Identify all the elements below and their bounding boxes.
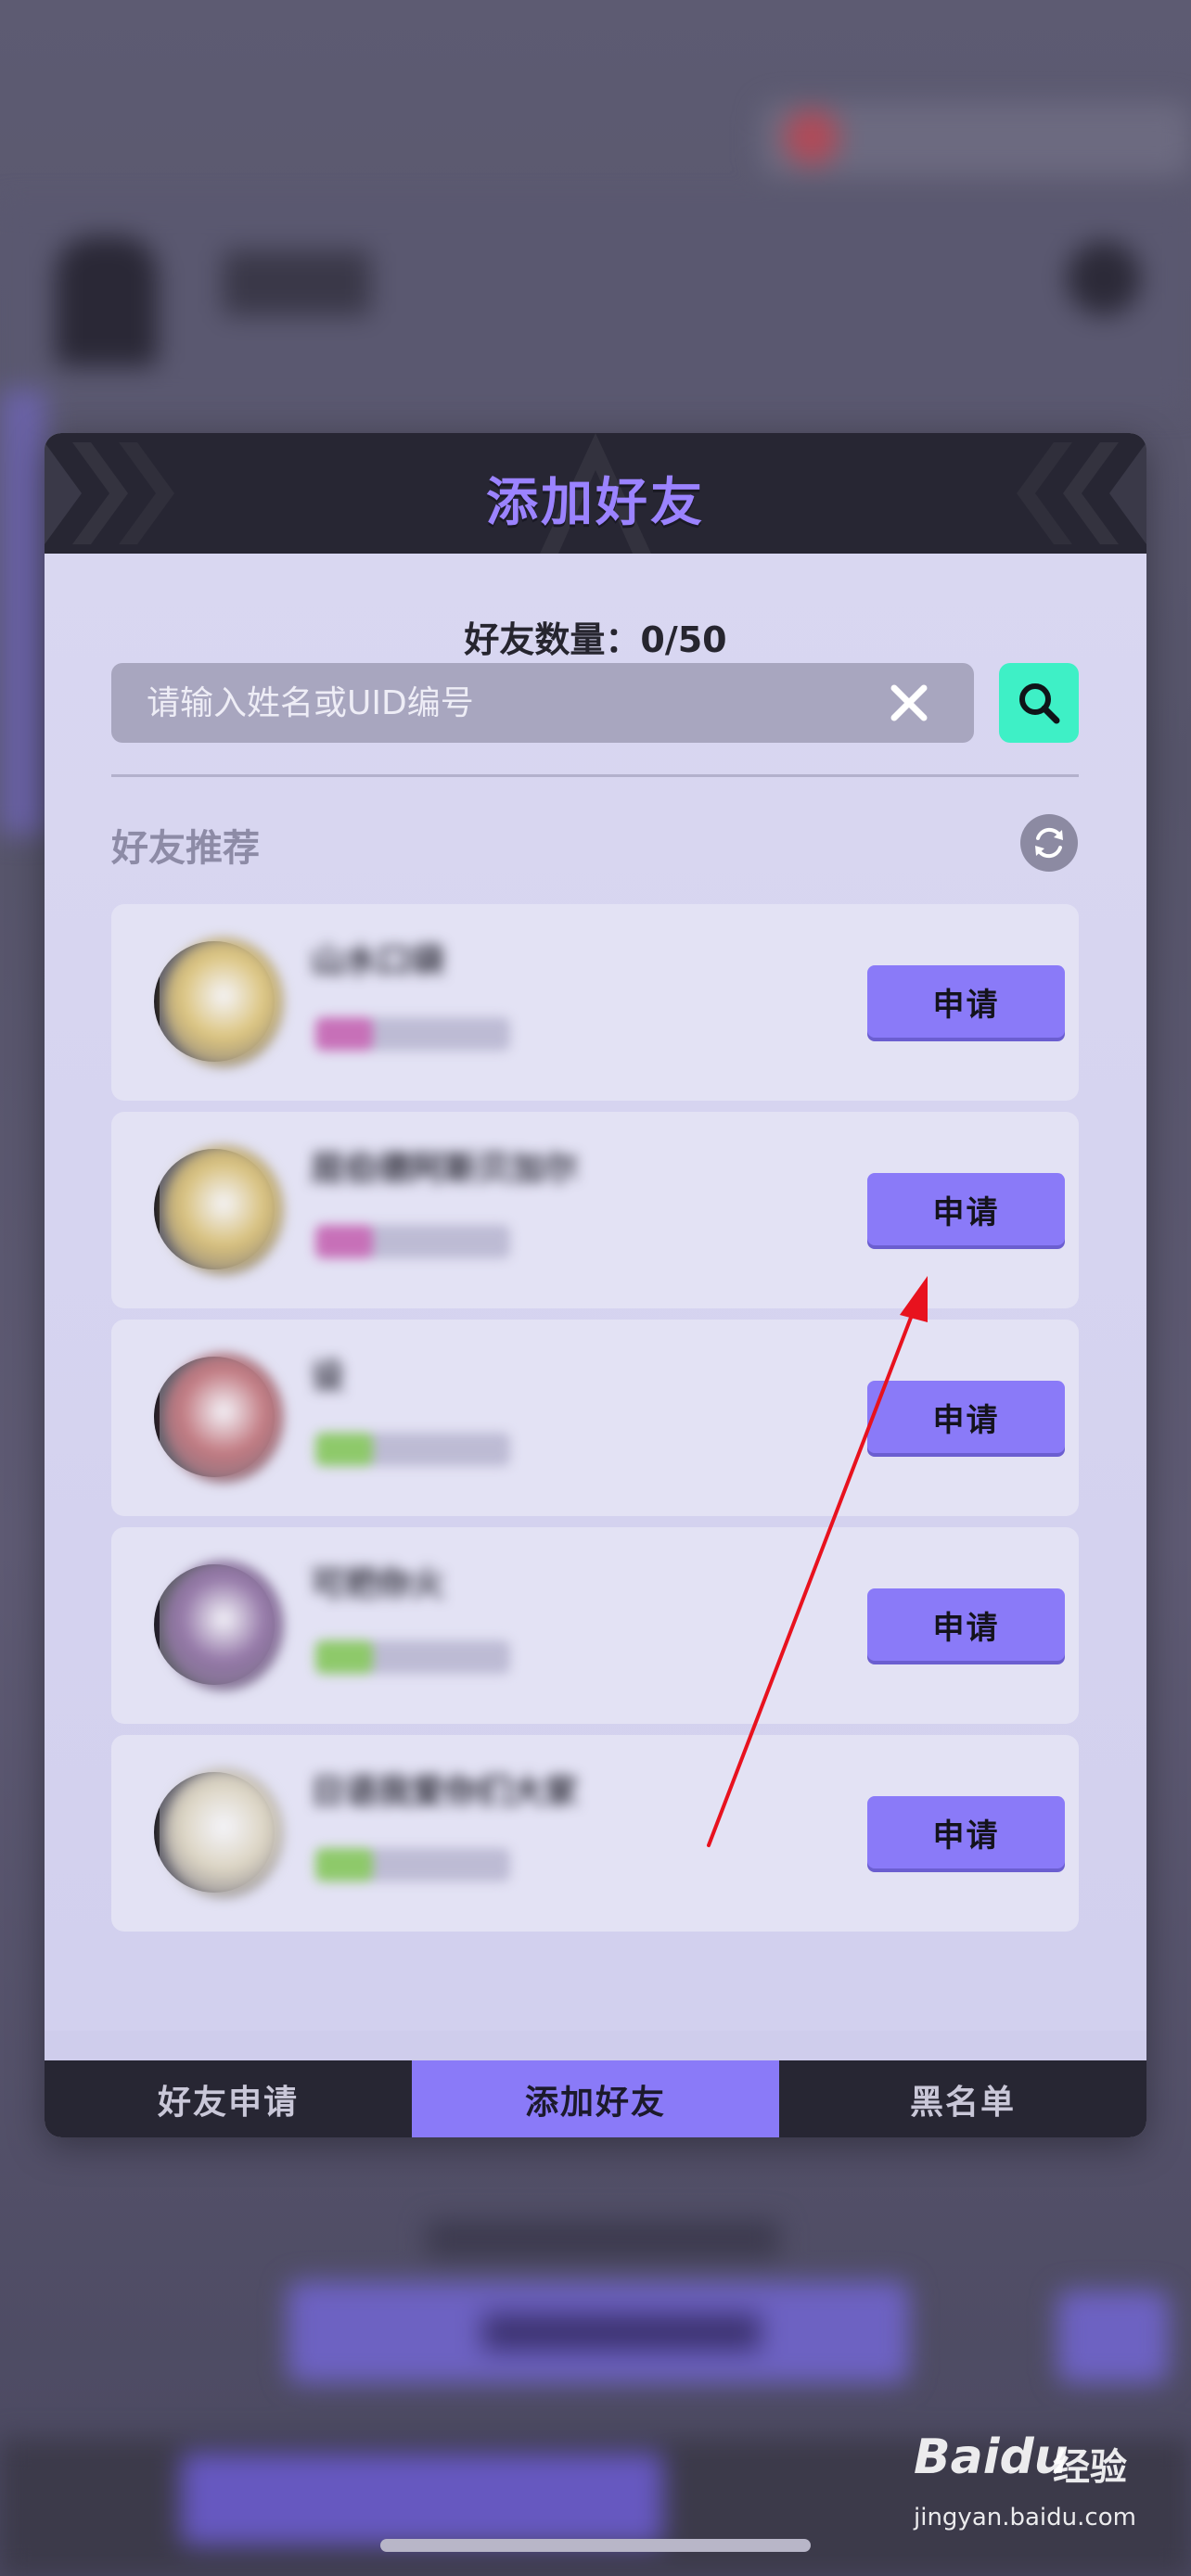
friend-name: 可把你火 xyxy=(311,1565,445,1603)
list-item: 日语我爱你们大家 申请 xyxy=(111,1735,1079,1932)
apply-button[interactable]: 申请 xyxy=(867,965,1065,1038)
tab-blacklist[interactable]: 黑名单 xyxy=(779,2060,1146,2137)
apply-button[interactable]: 申请 xyxy=(867,1588,1065,1661)
apply-button[interactable]: 申请 xyxy=(867,1796,1065,1868)
recommend-title: 好友推荐 xyxy=(111,827,260,870)
friend-name: 山水口袋 xyxy=(311,942,445,980)
clear-search-button[interactable] xyxy=(881,675,937,731)
background-primary-button-label xyxy=(482,2314,761,2351)
refresh-button[interactable] xyxy=(1020,814,1078,872)
baidu-watermark: Baidu 经验 jingyan.baidu.com xyxy=(914,2429,1183,2550)
background-avatar xyxy=(56,236,158,366)
search-field[interactable] xyxy=(111,663,974,743)
watermark-brand-cn: 经验 xyxy=(1053,2446,1127,2489)
close-icon xyxy=(890,684,928,721)
background-side-bar xyxy=(0,389,46,835)
apply-button[interactable]: 申请 xyxy=(867,1173,1065,1245)
friend-recommend-list: 山水口袋 申请 屈伯德阿斯贝加尔 申请 设 申请 可把你火 申请 日语我爱你们大… xyxy=(111,904,1079,1943)
add-friend-dialog: 添加好友 好友数量：0/50 好友推荐 xyxy=(45,433,1146,2137)
dialog-title: 添加好友 xyxy=(486,473,705,533)
list-item: 设 申请 xyxy=(111,1320,1079,1516)
level-tag xyxy=(315,1848,373,1881)
friend-name: 设 xyxy=(311,1358,345,1396)
refresh-icon xyxy=(1035,827,1063,859)
divider xyxy=(111,774,1079,777)
tab-add-friend[interactable]: 添加好友 xyxy=(412,2060,779,2137)
watermark-url: jingyan.baidu.com xyxy=(914,2504,1136,2531)
search-button[interactable] xyxy=(999,663,1079,743)
watermark-brand: Baidu xyxy=(914,2429,1069,2485)
privacy-blur xyxy=(160,1320,642,1516)
level-badge xyxy=(315,1848,510,1881)
level-tag xyxy=(315,1433,373,1466)
background-caption xyxy=(427,2221,779,2258)
tab-friend-requests[interactable]: 好友申请 xyxy=(45,2060,412,2137)
dialog-tab-bar: 好友申请 添加好友 黑名单 xyxy=(45,2060,1146,2137)
background-title xyxy=(223,250,371,315)
friend-name: 屈伯德阿斯贝加尔 xyxy=(311,1150,579,1188)
list-item: 可把你火 申请 xyxy=(111,1527,1079,1724)
friend-name: 日语我爱你们大家 xyxy=(311,1773,579,1811)
list-item: 屈伯德阿斯贝加尔 申请 xyxy=(111,1112,1079,1308)
search-icon xyxy=(1019,683,1060,724)
home-indicator[interactable] xyxy=(380,2539,811,2552)
search-input[interactable] xyxy=(147,663,870,743)
level-badge xyxy=(315,1017,510,1051)
dialog-body: 好友数量：0/50 好友推荐 xyxy=(45,554,1146,2031)
background-resource-icon xyxy=(784,109,839,165)
background-settings-icon xyxy=(1067,241,1141,315)
friend-count: 好友数量：0/50 xyxy=(464,619,727,660)
level-badge xyxy=(315,1225,510,1258)
level-tag xyxy=(315,1225,373,1258)
list-item: 山水口袋 申请 xyxy=(111,904,1079,1101)
dialog-header: 添加好友 xyxy=(45,433,1146,554)
level-tag xyxy=(315,1640,373,1674)
apply-button[interactable]: 申请 xyxy=(867,1381,1065,1453)
background-nav-tab xyxy=(181,2453,663,2545)
level-tag xyxy=(315,1017,373,1051)
background-header xyxy=(0,204,1191,408)
background-square-button xyxy=(1057,2290,1169,2383)
level-badge xyxy=(315,1640,510,1674)
level-badge xyxy=(315,1433,510,1466)
